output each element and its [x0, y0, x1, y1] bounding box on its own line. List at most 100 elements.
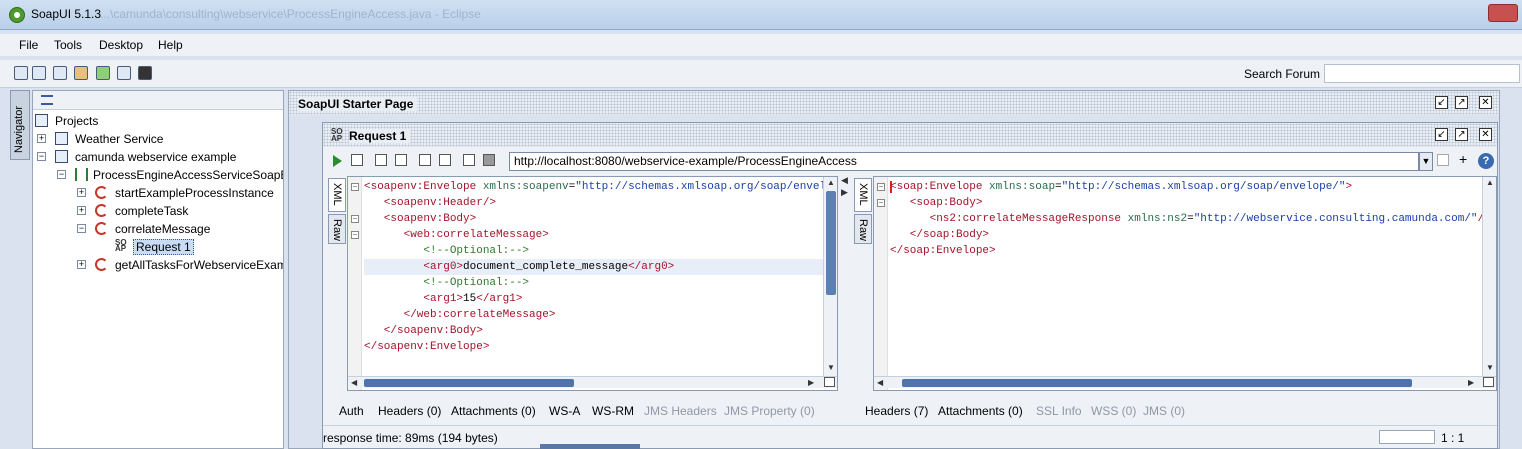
help-icon[interactable]: ? [1478, 153, 1494, 169]
code-line: </web:correlateMessage> [364, 309, 556, 321]
tab-headers[interactable]: Headers (0) [378, 404, 441, 418]
scroll-up-icon[interactable]: ▲ [827, 178, 835, 187]
expand-icon[interactable]: + [77, 206, 86, 215]
scroll-up-icon[interactable]: ▲ [1486, 178, 1494, 187]
list-view-icon[interactable] [41, 95, 53, 105]
horizontal-scrollbar[interactable]: ◀ ▶ [874, 376, 1496, 388]
save-all-icon[interactable] [53, 66, 67, 80]
create-empty-request-icon[interactable] [375, 154, 387, 166]
project-icon [55, 150, 68, 163]
maximize-icon[interactable]: ↗ [1455, 96, 1468, 109]
vertical-scrollbar[interactable]: ▲ ▼ [823, 177, 837, 376]
tab-ws-rm[interactable]: WS-RM [592, 404, 634, 418]
add-endpoint-icon[interactable] [351, 154, 363, 166]
close-icon[interactable]: ✕ [1479, 96, 1492, 109]
minimize-icon[interactable]: ↙ [1435, 128, 1448, 141]
tab-request-raw[interactable]: Raw [328, 214, 346, 244]
import-project-icon[interactable] [32, 66, 46, 80]
tab-jms-headers[interactable]: JMS Headers [644, 404, 717, 418]
splitter[interactable]: ◀ ▶ [840, 173, 852, 253]
soap-request-icon: SO AP [331, 127, 343, 143]
tree-node-operation[interactable]: + getAllTasksForWebserviceExample [77, 256, 283, 274]
navigator-tab[interactable]: Navigator [10, 90, 30, 160]
expand-icon[interactable]: + [37, 134, 46, 143]
fold-icon[interactable]: − [351, 183, 359, 191]
tree-node-label: completeTask [115, 204, 189, 218]
expand-icon[interactable]: + [77, 188, 86, 197]
fold-icon[interactable]: − [351, 215, 359, 223]
scroll-right-icon[interactable]: ▶ [808, 378, 814, 387]
forum-icon[interactable] [74, 66, 88, 80]
scroll-left-icon[interactable]: ◀ [351, 378, 357, 387]
collapse-icon[interactable]: − [57, 170, 66, 179]
collapse-icon[interactable]: − [37, 152, 46, 161]
endpoint-url-input[interactable]: http://localhost:8080/webservice-example… [509, 152, 1419, 171]
horizontal-scrollbar[interactable]: ◀ ▶ [348, 376, 837, 388]
preferences-icon[interactable] [117, 66, 131, 80]
vertical-scrollbar[interactable]: ▲ ▼ [1482, 177, 1496, 376]
tab-auth[interactable]: Auth [339, 404, 364, 418]
tab-response-attachments[interactable]: Attachments (0) [938, 404, 1023, 418]
tree-node-soap-binding[interactable]: − ProcessEngineAccessServiceSoapBinding [57, 166, 283, 184]
fold-icon[interactable]: − [877, 183, 885, 191]
tree-node-weather-service[interactable]: + Weather Service [37, 130, 277, 148]
chevron-right-icon[interactable]: ▶ [841, 187, 848, 198]
menu-tools[interactable]: Tools [54, 38, 82, 52]
tab-response-xml[interactable]: XML [854, 178, 872, 212]
menu-file[interactable]: File [19, 38, 38, 52]
new-project-icon[interactable] [14, 66, 28, 80]
tab-wss[interactable]: WSS (0) [1091, 404, 1136, 418]
tab-ssl-info[interactable]: SSL Info [1036, 404, 1082, 418]
tab-attachments[interactable]: Attachments (0) [451, 404, 536, 418]
zoom-icon[interactable] [824, 377, 835, 387]
tree-node-camunda-project[interactable]: − camunda webservice example [37, 148, 277, 166]
window-close-button[interactable] [1488, 4, 1518, 22]
close-icon[interactable]: ✕ [1479, 128, 1492, 141]
submit-request-icon[interactable] [333, 155, 342, 167]
expand-icon[interactable]: + [77, 260, 86, 269]
format-icon[interactable] [463, 154, 475, 166]
scroll-thumb[interactable] [826, 191, 836, 295]
proxy-icon[interactable] [138, 66, 152, 80]
tab-ws-a[interactable]: WS-A [549, 404, 580, 418]
code-line: <web:correlateMessage> [364, 229, 549, 241]
scroll-down-icon[interactable]: ▼ [827, 363, 835, 372]
tab-jms[interactable]: JMS (0) [1143, 404, 1185, 418]
response-xml-editor[interactable]: − − <soap:Envelope xmlns:soap="http://sc… [873, 176, 1497, 391]
window-title: SoapUI 5.1.3 [31, 7, 102, 21]
scroll-down-icon[interactable]: ▼ [1486, 363, 1494, 372]
split-horizontal-icon[interactable] [419, 154, 431, 166]
request-toolbar: http://localhost:8080/webservice-example… [323, 148, 1497, 174]
chevron-left-icon[interactable]: ◀ [841, 175, 848, 186]
request-xml-editor[interactable]: − − − <soapenv:Envelope xmlns:soapenv="h… [347, 176, 838, 391]
tab-response-headers[interactable]: Headers (7) [865, 404, 928, 418]
maximize-icon[interactable]: ↗ [1455, 128, 1468, 141]
clone-request-icon[interactable] [439, 154, 451, 166]
tile-editors-icon[interactable] [395, 154, 407, 166]
scroll-left-icon[interactable]: ◀ [877, 378, 883, 387]
zoom-icon[interactable] [1483, 377, 1494, 387]
chevron-down-icon[interactable]: ▼ [1419, 152, 1433, 171]
add-assertion-icon[interactable]: + [1459, 152, 1471, 166]
tab-jms-property[interactable]: JMS Property (0) [724, 404, 815, 418]
collapse-icon[interactable]: − [77, 224, 86, 233]
search-forum-input[interactable] [1324, 64, 1520, 83]
trial-icon[interactable] [96, 66, 110, 80]
tree-node-projects[interactable]: Projects [35, 112, 275, 130]
edit-endpoint-icon[interactable] [1437, 154, 1449, 166]
tree-node-operation[interactable]: + startExampleProcessInstance [77, 184, 283, 202]
fold-icon[interactable]: − [877, 199, 885, 207]
cancel-request-icon[interactable] [483, 154, 495, 166]
tree-node-operation[interactable]: + completeTask [77, 202, 283, 220]
tab-request-xml[interactable]: XML [328, 178, 346, 212]
tree-node-operation[interactable]: − correlateMessage [77, 220, 283, 238]
scroll-thumb[interactable] [902, 379, 1412, 387]
menu-help[interactable]: Help [158, 38, 183, 52]
tree-node-request[interactable]: SO AP Request 1 [115, 238, 275, 256]
minimize-icon[interactable]: ↙ [1435, 96, 1448, 109]
scroll-thumb[interactable] [364, 379, 574, 387]
tab-response-raw[interactable]: Raw [854, 214, 872, 244]
scroll-right-icon[interactable]: ▶ [1468, 378, 1474, 387]
fold-icon[interactable]: − [351, 231, 359, 239]
menu-desktop[interactable]: Desktop [99, 38, 143, 52]
